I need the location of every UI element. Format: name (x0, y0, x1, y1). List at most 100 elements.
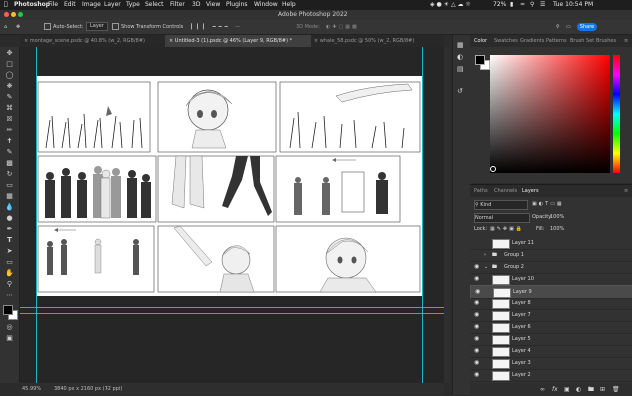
lock-icons[interactable]: ▦✎✥▣🔒 (490, 225, 524, 234)
home-icon[interactable]: ⌂ (4, 20, 7, 34)
zoom-tool-icon[interactable]: ⚲ (4, 280, 15, 288)
zoom-window-button[interactable] (18, 12, 23, 17)
guide-vertical-right[interactable] (422, 47, 423, 383)
blur-tool-icon[interactable]: 💧 (4, 203, 15, 211)
foreground-color-swatch[interactable] (3, 305, 13, 315)
tab-paths[interactable]: Paths (474, 185, 488, 197)
chevron-right-icon[interactable]: › (484, 249, 486, 261)
screen-mode-icon[interactable]: ▣ (4, 334, 15, 342)
eye-icon[interactable]: ◉ (474, 273, 479, 285)
menu-type[interactable]: Type (126, 0, 140, 10)
guide-horizontal-top[interactable] (20, 307, 444, 308)
fill-value[interactable]: 100% (550, 225, 564, 234)
app-menu[interactable]: Photoshop (14, 0, 50, 10)
new-layer-icon[interactable]: ⊞ (600, 383, 605, 396)
show-transform-option[interactable]: Show Transform Controls (112, 20, 183, 34)
color-picker-cursor[interactable] (490, 166, 496, 172)
adjustments-icon[interactable]: ◐ (457, 53, 463, 61)
menubar-clock[interactable]: Tue 10:54 PM (553, 0, 593, 10)
menu-window[interactable]: Window (254, 0, 278, 10)
show-transform-checkbox[interactable] (112, 23, 119, 30)
hand-tool-icon[interactable]: ✋ (4, 269, 15, 277)
artboard-tool-icon[interactable]: □ (4, 60, 15, 68)
opacity-value[interactable]: 100% (550, 213, 564, 222)
tab-channels[interactable]: Channels (494, 185, 517, 197)
tab-brush-set[interactable]: Brush Set (570, 35, 594, 47)
tab-patterns[interactable]: Patterns (546, 35, 567, 47)
menu-view[interactable]: View (206, 0, 220, 10)
search-panel-icon[interactable]: ⚲ (556, 20, 560, 34)
zoom-level[interactable]: 45.99% (22, 383, 41, 395)
search-icon[interactable]: ⚲ (530, 0, 534, 10)
mask-icon[interactable]: ▣ (564, 383, 570, 396)
adjustment-icon[interactable]: ◐ (576, 383, 581, 396)
chevron-right-icon[interactable]: › (106, 383, 108, 395)
menu-3d[interactable]: 3D (192, 0, 200, 10)
move-tool-icon[interactable]: ✥ (4, 49, 15, 57)
close-window-button[interactable] (4, 12, 9, 17)
vertical-scrollbar[interactable] (444, 47, 450, 383)
properties-icon[interactable]: ▤ (457, 65, 464, 73)
eye-icon[interactable]: ◉ (474, 357, 479, 369)
dodge-tool-icon[interactable]: ● (4, 214, 15, 222)
menu-plugins[interactable]: Plugins (226, 0, 248, 10)
path-select-tool-icon[interactable]: ➤ (4, 247, 15, 255)
chevron-down-icon[interactable]: ⌄ (484, 261, 488, 273)
document-canvas[interactable] (36, 76, 422, 296)
eraser-tool-icon[interactable]: ▭ (4, 181, 15, 189)
folder-icon[interactable]: 🖿 (588, 383, 594, 396)
menu-image[interactable]: Image (82, 0, 101, 10)
menu-filter[interactable]: Filter (170, 0, 185, 10)
auto-select-dropdown[interactable]: Layer (86, 20, 108, 34)
eyedropper-tool-icon[interactable]: ✏ (4, 126, 15, 134)
eye-icon[interactable]: ◉ (474, 297, 479, 309)
menu-file[interactable]: File (48, 0, 58, 10)
document-size[interactable]: 3840 px x 2160 px (72 ppi) (54, 383, 122, 395)
menu-select[interactable]: Select (145, 0, 164, 10)
layer-row[interactable]: ◉ Layer 2 (470, 369, 632, 382)
tab-color[interactable]: Color (474, 35, 487, 47)
blend-mode-dropdown[interactable]: Normal (474, 213, 530, 223)
wifi-icon[interactable]: ≈ (520, 0, 525, 10)
history-brush-tool-icon[interactable]: ↻ (4, 170, 15, 178)
tab-whale-58[interactable]: × whale_58.psdc @ 50% (w_2, RGB/8#) (310, 35, 444, 47)
quick-mask-icon[interactable]: ◎ (4, 323, 15, 331)
eye-icon[interactable]: ◉ (474, 309, 479, 321)
type-tool-icon[interactable]: T (4, 236, 15, 244)
gradient-tool-icon[interactable]: ▦ (4, 192, 15, 200)
menu-help[interactable]: Help (282, 0, 296, 10)
apple-menu-icon[interactable]:  (4, 0, 8, 10)
frame-tool-icon[interactable]: ☒ (4, 115, 15, 123)
control-center-icon[interactable]: ☰ (540, 0, 545, 10)
layers-menu-icon[interactable]: ≡ (624, 185, 628, 197)
crop-tool-icon[interactable]: ⌘ (4, 104, 15, 112)
layer-filter-icons[interactable]: ▣◐T▭▦ (532, 200, 564, 208)
eye-icon[interactable]: ◉ (474, 321, 479, 333)
eye-icon[interactable]: ◉ (474, 333, 479, 345)
auto-select-option[interactable]: Auto-Select: (44, 20, 84, 34)
color-foreground-swatch[interactable] (475, 55, 485, 65)
minimize-window-button[interactable] (11, 12, 16, 17)
auto-select-checkbox[interactable] (44, 23, 51, 30)
tab-swatches[interactable]: Swatches (494, 35, 518, 47)
3d-mode-icons[interactable]: ◐✚▢▦▩ (326, 20, 359, 34)
layer-filter-dropdown[interactable]: ⚲ Kind (474, 200, 528, 210)
move-tool-preset-icon[interactable]: ✥ (16, 20, 20, 34)
color-field[interactable] (490, 55, 610, 173)
tab-brushes[interactable]: Brushes (596, 35, 616, 47)
eye-icon[interactable]: ◉ (474, 261, 479, 273)
share-button[interactable]: Share (577, 23, 597, 31)
guide-vertical-left[interactable] (36, 47, 37, 383)
fx-icon[interactable]: fx (552, 383, 558, 396)
more-tools-icon[interactable]: ⋯ (4, 291, 15, 299)
pen-tool-icon[interactable]: ✒ (4, 225, 15, 233)
panel-menu-icon[interactable]: ≡ (624, 35, 628, 47)
clone-stamp-tool-icon[interactable]: ▩ (4, 159, 15, 167)
menu-edit[interactable]: Edit (64, 0, 76, 10)
tab-untitled-3[interactable]: × Untitled-3 (1).psdc @ 46% (Layer 9, RG… (165, 35, 311, 47)
tab-gradients[interactable]: Gradients (520, 35, 544, 47)
marquee-tool-icon[interactable]: ◯ (4, 71, 15, 79)
libraries-icon[interactable]: ▦ (457, 41, 464, 49)
align-icons[interactable]: ┃┃┃ ━━━ ⋯ (190, 20, 243, 34)
tab-layers[interactable]: Layers (522, 185, 539, 197)
